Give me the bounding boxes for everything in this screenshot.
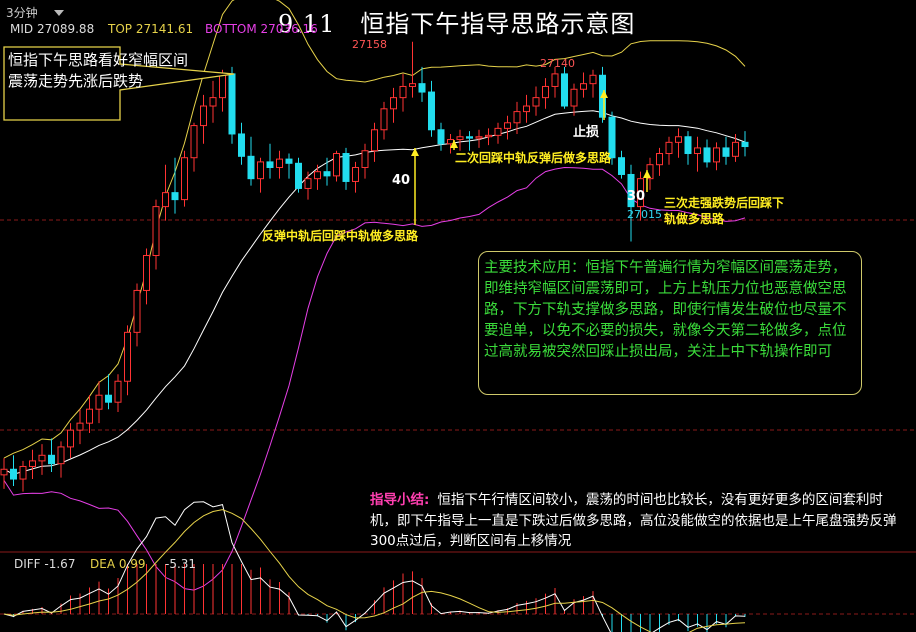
candle-body xyxy=(504,122,511,129)
callout-text: 恒指下午思路看好窄幅区间震荡走势先涨后跌势 xyxy=(8,51,189,90)
candle-body xyxy=(38,454,46,462)
candle-body xyxy=(589,74,597,85)
candle-body xyxy=(29,460,36,467)
macd-value: -5.31 xyxy=(165,557,197,571)
candle-body xyxy=(494,127,502,136)
candle-body xyxy=(732,141,739,157)
legend-mid: MID 27089.88 xyxy=(10,22,95,36)
summary-block: 指导小结: 恒指下午行情区间较小，震荡的时间也比较长，没有更好更多的区间套利时机，… xyxy=(370,490,900,552)
candle-body xyxy=(713,147,720,163)
candle-body xyxy=(285,158,293,164)
note-second-long: 二次回踩中轨反弹后做多思路 xyxy=(455,151,612,165)
candle-body xyxy=(380,108,388,131)
candle-body xyxy=(570,88,578,107)
candle-body xyxy=(76,422,84,431)
note-first-long: 反弹中轨后回踩中轨做多思路 xyxy=(262,229,419,243)
chart-title: 9.11 恒指下午指导思路示意图 xyxy=(278,10,636,38)
candle-body xyxy=(257,161,264,180)
label-40: 40 xyxy=(392,173,411,188)
candle-body xyxy=(361,150,369,168)
candle-body xyxy=(57,446,65,465)
candle-body xyxy=(0,468,8,476)
candle-body xyxy=(238,133,245,157)
note-third-long-a: 三次走强跌势后回踩下 xyxy=(664,196,785,210)
candle-body xyxy=(67,429,74,448)
candle-body xyxy=(342,153,350,182)
candle-body xyxy=(171,192,179,201)
candle-body xyxy=(114,380,122,403)
candle-body xyxy=(475,136,483,139)
candle-body xyxy=(703,147,711,163)
candle-body xyxy=(295,162,302,189)
candle-body xyxy=(675,136,682,143)
candle-body xyxy=(276,158,283,168)
period-selector[interactable]: 3分钟 xyxy=(6,4,38,21)
candle-body xyxy=(371,129,378,152)
summary-text: 恒指下午行情区间较小，震荡的时间也比较长，没有更好更多的区间套利时机，即下午指导… xyxy=(370,492,897,549)
candle-body xyxy=(694,147,701,155)
candle-body xyxy=(162,192,169,208)
candle-body xyxy=(399,85,407,99)
legend-top: TOP 27141.61 xyxy=(108,22,194,36)
candle-body xyxy=(409,83,416,87)
candle-body xyxy=(304,178,312,189)
summary-head: 指导小结: xyxy=(370,492,430,508)
candle-body xyxy=(437,129,445,145)
candle-body xyxy=(124,331,131,382)
chart-screen: { "header": { "period": "3分钟", "title": … xyxy=(0,0,916,632)
candle-body xyxy=(95,394,103,410)
candle-body xyxy=(333,153,340,177)
candle-body xyxy=(247,155,255,180)
candle-body xyxy=(152,206,160,257)
label-30: 30 xyxy=(627,189,646,204)
candle-body xyxy=(741,141,749,148)
note-third-long-b: 轨做多思路 xyxy=(664,212,725,226)
candle-body xyxy=(390,97,397,110)
legend-bottom: BOTTOM 27036.16 xyxy=(205,22,318,36)
candle-body xyxy=(456,136,464,141)
candle-body xyxy=(352,166,359,182)
candle-body xyxy=(523,105,530,113)
technical-info-text: 主要技术应用：恒指下午普遍行情为窄幅区间震荡走势，即维持窄幅区间震荡即可，上方上… xyxy=(484,260,847,360)
candle-body xyxy=(314,171,321,180)
candle-body xyxy=(466,136,473,139)
candle-body xyxy=(684,136,692,155)
candle-body xyxy=(10,468,17,480)
candle-body xyxy=(618,157,625,175)
candle-body xyxy=(561,73,568,107)
candle-body xyxy=(532,97,540,107)
candle-body xyxy=(105,394,112,403)
candle-body xyxy=(181,157,188,201)
candle-body xyxy=(323,171,331,177)
candle-body xyxy=(656,153,663,166)
candle-body xyxy=(190,125,198,159)
candle-body xyxy=(551,73,559,87)
price-low-label: 27015 xyxy=(627,208,662,221)
candle-body xyxy=(418,83,426,93)
stop-loss-label: 止损 xyxy=(573,125,600,140)
candle-body xyxy=(485,134,492,138)
macd-diff: DIFF -1.67 xyxy=(14,557,76,571)
candle-body xyxy=(513,111,521,124)
candle-body xyxy=(542,85,549,99)
candle-body xyxy=(428,91,435,131)
period-dropdown-icon[interactable] xyxy=(54,10,64,16)
candle-body xyxy=(19,465,27,480)
macd-dea: DEA 0.99 xyxy=(90,557,146,571)
candle-body xyxy=(665,141,673,155)
candle-body xyxy=(266,161,274,168)
price-high-label: 27158 xyxy=(352,38,387,51)
candle-body xyxy=(133,289,141,333)
candle-body xyxy=(48,454,55,465)
price-high2-label: 27140 xyxy=(540,57,575,70)
candle-body xyxy=(722,147,730,157)
candle-body xyxy=(143,255,150,291)
candle-body xyxy=(86,408,93,424)
candle-body xyxy=(580,83,587,90)
